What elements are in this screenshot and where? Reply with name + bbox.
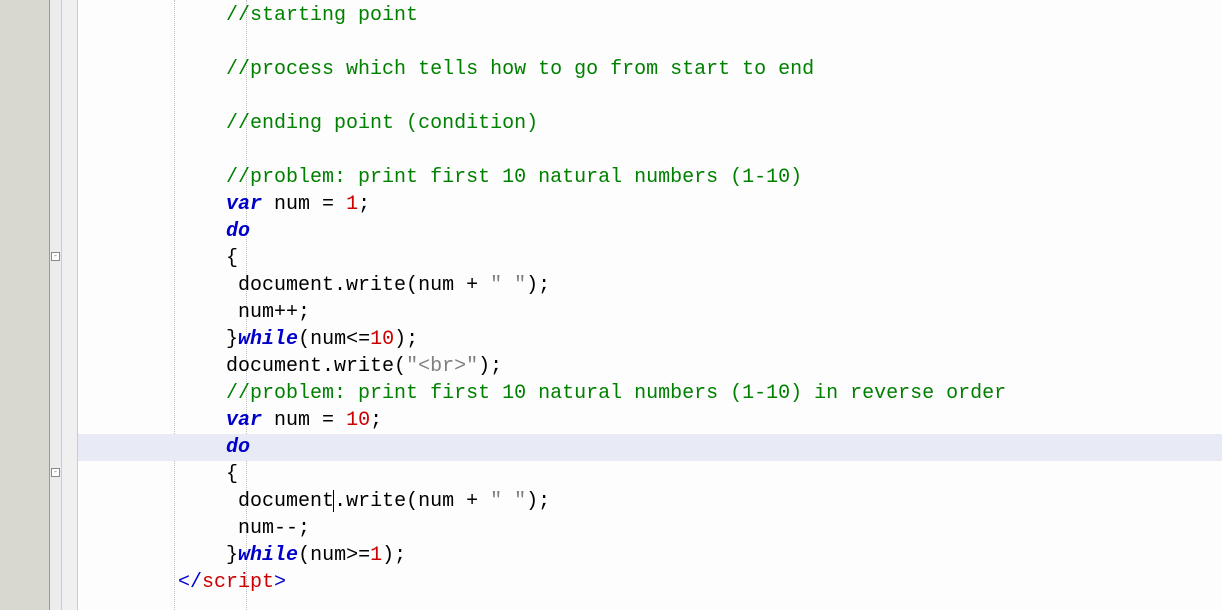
code-token: num = (262, 193, 346, 216)
code-token: script (202, 571, 274, 594)
code-editor[interactable]: -- //starting point //process which tell… (0, 0, 1222, 610)
code-token: 10 (346, 409, 370, 432)
code-token: } (226, 328, 238, 351)
bookmark-margin (62, 0, 78, 610)
code-line[interactable]: num--; (78, 515, 1222, 542)
code-line[interactable]: </script> (78, 569, 1222, 596)
code-token: > (274, 571, 286, 594)
code-line[interactable]: var num = 10; (78, 407, 1222, 434)
code-token: document.write(num + (226, 274, 490, 297)
line-number (0, 2, 49, 29)
code-line[interactable]: //starting point (78, 2, 1222, 29)
code-token: num++; (226, 301, 310, 324)
line-number-gutter (0, 0, 50, 610)
code-token: //ending point (condition) (226, 112, 538, 135)
code-token: 1 (370, 544, 382, 567)
line-number (0, 299, 49, 326)
line-number (0, 326, 49, 353)
line-number (0, 515, 49, 542)
code-line[interactable]: }while(num<=10); (78, 326, 1222, 353)
line-number (0, 380, 49, 407)
code-line[interactable]: do (78, 434, 1222, 461)
code-token: 1 (346, 193, 358, 216)
code-token: } (226, 544, 238, 567)
line-number (0, 488, 49, 515)
line-number (0, 56, 49, 83)
code-token: //problem: print first 10 natural number… (226, 166, 802, 189)
code-line[interactable]: //process which tells how to go from sta… (78, 56, 1222, 83)
code-line[interactable]: //problem: print first 10 natural number… (78, 164, 1222, 191)
code-line[interactable] (78, 29, 1222, 56)
code-token: (num>= (298, 544, 370, 567)
code-token: //process which tells how to go from sta… (226, 58, 814, 81)
code-token: .write(num + (334, 490, 490, 513)
code-token: ); (526, 490, 550, 513)
code-token: ); (394, 328, 418, 351)
code-token: "<br>" (406, 355, 478, 378)
code-line[interactable]: { (78, 245, 1222, 272)
code-token: //starting point (226, 4, 418, 27)
code-token: var (226, 409, 262, 432)
code-area[interactable]: //starting point //process which tells h… (78, 0, 1222, 610)
code-line[interactable]: num++; (78, 299, 1222, 326)
code-line[interactable]: document.write("<br>"); (78, 353, 1222, 380)
fold-toggle-icon[interactable]: - (51, 252, 60, 261)
code-token: //problem: print first 10 natural number… (226, 382, 1006, 405)
line-number (0, 218, 49, 245)
code-token: ); (382, 544, 406, 567)
line-number (0, 110, 49, 137)
code-token: document (226, 490, 334, 513)
code-token: ); (478, 355, 502, 378)
line-number (0, 434, 49, 461)
code-token: num--; (226, 517, 310, 540)
line-number (0, 191, 49, 218)
code-line[interactable]: }while(num>=1); (78, 542, 1222, 569)
line-number (0, 29, 49, 56)
code-line[interactable]: do (78, 218, 1222, 245)
code-token: ; (358, 193, 370, 216)
line-number (0, 407, 49, 434)
code-token: " " (490, 274, 526, 297)
code-token: { (226, 247, 238, 270)
code-token: do (226, 436, 250, 459)
code-token: " " (490, 490, 526, 513)
code-token: 10 (370, 328, 394, 351)
code-token: while (238, 544, 298, 567)
line-number (0, 164, 49, 191)
code-token: num = (262, 409, 346, 432)
fold-margin[interactable]: -- (50, 0, 62, 610)
code-line[interactable]: //problem: print first 10 natural number… (78, 380, 1222, 407)
code-token: </ (178, 571, 202, 594)
fold-toggle-icon[interactable]: - (51, 468, 60, 477)
code-token: (num<= (298, 328, 370, 351)
line-number (0, 569, 49, 596)
code-token: { (226, 463, 238, 486)
code-token: ); (526, 274, 550, 297)
line-number (0, 83, 49, 110)
code-line[interactable]: document.write(num + " "); (78, 272, 1222, 299)
code-line[interactable]: var num = 1; (78, 191, 1222, 218)
code-token: ; (370, 409, 382, 432)
line-number (0, 137, 49, 164)
code-token: document.write( (226, 355, 406, 378)
code-token: do (226, 220, 250, 243)
line-number (0, 542, 49, 569)
code-line[interactable] (78, 83, 1222, 110)
line-number (0, 245, 49, 272)
line-number (0, 272, 49, 299)
code-line[interactable]: document.write(num + " "); (78, 488, 1222, 515)
line-number (0, 461, 49, 488)
line-number (0, 353, 49, 380)
code-line[interactable]: { (78, 461, 1222, 488)
code-token: while (238, 328, 298, 351)
code-line[interactable] (78, 137, 1222, 164)
code-token: var (226, 193, 262, 216)
code-line[interactable]: //ending point (condition) (78, 110, 1222, 137)
